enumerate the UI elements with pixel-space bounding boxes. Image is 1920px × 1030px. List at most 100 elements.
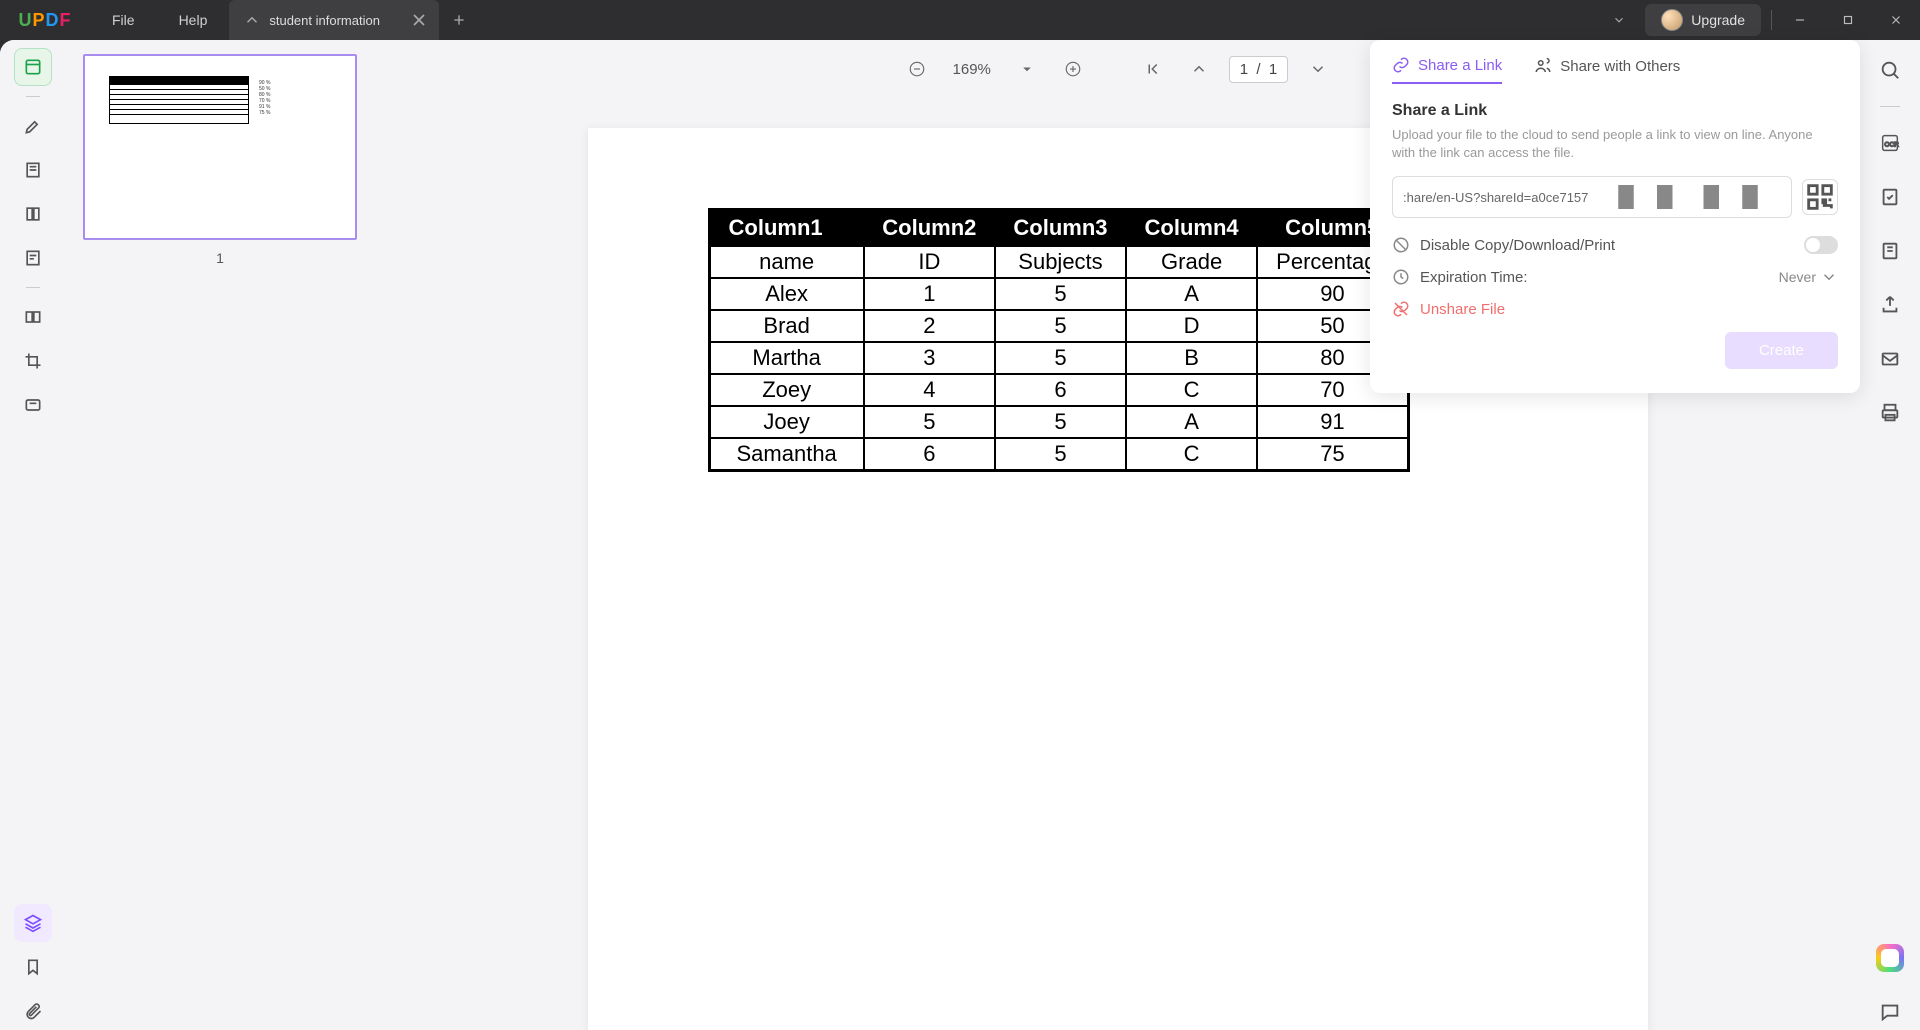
page-total: 1: [1269, 61, 1277, 78]
search-icon: [1879, 59, 1901, 81]
svg-text:OCR: OCR: [1885, 142, 1900, 149]
menu-file[interactable]: File: [90, 0, 157, 40]
col-header: Column3: [995, 210, 1126, 247]
app-logo: UPDF: [0, 0, 90, 40]
table-cell: 5: [995, 406, 1126, 438]
tool-redact[interactable]: [14, 386, 52, 424]
print-button[interactable]: [1872, 395, 1908, 431]
export-button[interactable]: [1872, 287, 1908, 323]
clock-icon: [1392, 268, 1410, 286]
page-current: 1: [1240, 61, 1248, 78]
table-cell: 75: [1257, 438, 1408, 471]
table-row: Brad25D50: [709, 310, 1408, 342]
col-header: Column1: [709, 210, 864, 247]
copy-icon[interactable]: [1595, 185, 1781, 209]
table-cell: Martha: [709, 342, 864, 374]
zoom-dropdown[interactable]: [1011, 53, 1043, 85]
compress-button[interactable]: [1872, 233, 1908, 269]
thumbnail-panel: 90 %50 %80 %70 %91 %75 % 1: [65, 40, 375, 1030]
table-cell: Joey: [709, 406, 864, 438]
table-cell: C: [1126, 438, 1257, 471]
tool-organize[interactable]: [14, 298, 52, 336]
close-tab-icon[interactable]: [409, 10, 429, 30]
tool-highlight[interactable]: [14, 107, 52, 145]
student-table: Column1 Column2 Column3 Column4 Column5 …: [708, 208, 1410, 472]
share-heading: Share a Link: [1392, 102, 1838, 120]
link-icon: [1392, 56, 1410, 74]
upgrade-label: Upgrade: [1691, 12, 1745, 28]
expiration-dropdown[interactable]: Never: [1779, 268, 1838, 286]
tab-share-link-label: Share a Link: [1418, 57, 1502, 74]
thumbnail-page-1[interactable]: 90 %50 %80 %70 %91 %75 %: [83, 54, 357, 240]
table-cell: ID: [864, 246, 995, 278]
share-url-text: :hare/en-US?shareId=a0ce7157-0909-4166-b…: [1403, 190, 1589, 205]
unshare-label: Unshare File: [1420, 301, 1505, 318]
prev-page-button[interactable]: [1183, 53, 1215, 85]
first-page-button[interactable]: [1137, 53, 1169, 85]
tool-layers[interactable]: [14, 904, 52, 942]
avatar-icon: [1661, 9, 1683, 31]
table-cell: 6: [995, 374, 1126, 406]
table-row: nameIDSubjectsGradePercentage: [709, 246, 1408, 278]
page-indicator[interactable]: 1 / 1: [1229, 56, 1289, 83]
convert-button[interactable]: [1872, 179, 1908, 215]
table-cell: Subjects: [995, 246, 1126, 278]
comment-button[interactable]: [1872, 994, 1908, 1030]
tool-edit[interactable]: [14, 151, 52, 189]
table-row: Alex15A90: [709, 278, 1408, 310]
expiration-label: Expiration Time:: [1420, 269, 1769, 286]
window-maximize[interactable]: [1824, 0, 1872, 40]
zoom-out-button[interactable]: [901, 53, 933, 85]
tool-thumbnails[interactable]: [14, 48, 52, 86]
share-url-field[interactable]: :hare/en-US?shareId=a0ce7157-0909-4166-b…: [1392, 176, 1792, 218]
table-cell: name: [709, 246, 864, 278]
window-close[interactable]: [1872, 0, 1920, 40]
table-cell: 4: [864, 374, 995, 406]
table-row: Samantha65C75: [709, 438, 1408, 471]
menu-help[interactable]: Help: [157, 0, 230, 40]
page-sep: /: [1256, 61, 1260, 78]
table-cell: Grade: [1126, 246, 1257, 278]
unshare-button[interactable]: Unshare File: [1392, 300, 1838, 318]
tab-title: student information: [269, 13, 380, 28]
table-cell: Zoey: [709, 374, 864, 406]
table-cell: Alex: [709, 278, 864, 310]
email-button[interactable]: [1872, 341, 1908, 377]
ai-assistant-button[interactable]: [1872, 940, 1908, 976]
upgrade-button[interactable]: Upgrade: [1645, 4, 1761, 36]
table-row: Zoey46C70: [709, 374, 1408, 406]
table-cell: 5: [864, 406, 995, 438]
document-tab[interactable]: student information: [229, 0, 439, 40]
table-cell: 5: [995, 310, 1126, 342]
tab-share-others[interactable]: Share with Others: [1534, 56, 1680, 84]
table-cell: D: [1126, 310, 1257, 342]
table-cell: C: [1126, 374, 1257, 406]
table-cell: 5: [995, 342, 1126, 374]
tool-pages[interactable]: [14, 195, 52, 233]
tool-attachment[interactable]: [14, 992, 52, 1030]
tab-share-others-label: Share with Others: [1560, 58, 1680, 75]
tool-crop[interactable]: [14, 342, 52, 380]
disable-copy-label: Disable Copy/Download/Print: [1420, 237, 1794, 254]
zoom-value: 169%: [947, 61, 997, 78]
table-cell: 5: [995, 278, 1126, 310]
next-page-button[interactable]: [1302, 53, 1334, 85]
ai-icon: [1876, 944, 1904, 972]
tool-form[interactable]: [14, 239, 52, 277]
table-cell: 91: [1257, 406, 1408, 438]
new-tab-button[interactable]: [439, 0, 479, 40]
table-cell: Brad: [709, 310, 864, 342]
tool-bookmark[interactable]: [14, 948, 52, 986]
window-minimize[interactable]: [1776, 0, 1824, 40]
disable-copy-toggle[interactable]: [1804, 236, 1838, 254]
table-cell: A: [1126, 278, 1257, 310]
zoom-in-button[interactable]: [1057, 53, 1089, 85]
create-button[interactable]: Create: [1725, 332, 1838, 369]
qr-code-button[interactable]: [1802, 179, 1838, 215]
tab-share-link[interactable]: Share a Link: [1392, 56, 1502, 84]
ocr-button[interactable]: OCR: [1872, 125, 1908, 161]
tabs-dropdown[interactable]: [1599, 0, 1639, 40]
col-header: Column2: [864, 210, 995, 247]
pin-icon: [243, 11, 261, 29]
search-button[interactable]: [1872, 52, 1908, 88]
